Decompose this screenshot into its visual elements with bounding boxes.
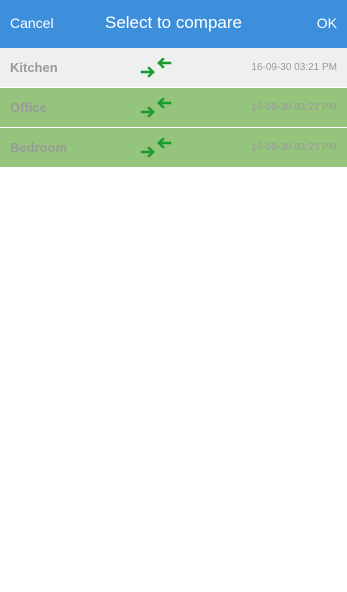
swap-arrows-icon	[140, 138, 172, 158]
timestamp: 16-09-30 03:21 PM	[251, 62, 337, 73]
room-list: Kitchen 16-09-30 03:21 PM Office 16-09-3…	[0, 48, 347, 168]
timestamp: 16-09-30 03:22 PM	[251, 102, 337, 113]
page-title: Select to compare	[104, 13, 242, 32]
swap-arrows-icon	[140, 58, 172, 78]
room-name: Kitchen	[10, 60, 58, 75]
list-item-kitchen[interactable]: Kitchen 16-09-30 03:21 PM	[0, 48, 347, 88]
app-header: Cancel Select to compare OK	[0, 0, 347, 48]
list-item-office[interactable]: Office 16-09-30 03:22 PM	[0, 88, 347, 128]
room-name: Office	[10, 100, 47, 115]
list-item-bedroom[interactable]: Bedroom 16-09-30 03:23 PM	[0, 128, 347, 168]
timestamp: 16-09-30 03:23 PM	[251, 142, 337, 153]
swap-arrows-icon	[140, 98, 172, 118]
ok-button[interactable]: OK	[317, 15, 337, 31]
room-name: Bedroom	[10, 140, 68, 155]
